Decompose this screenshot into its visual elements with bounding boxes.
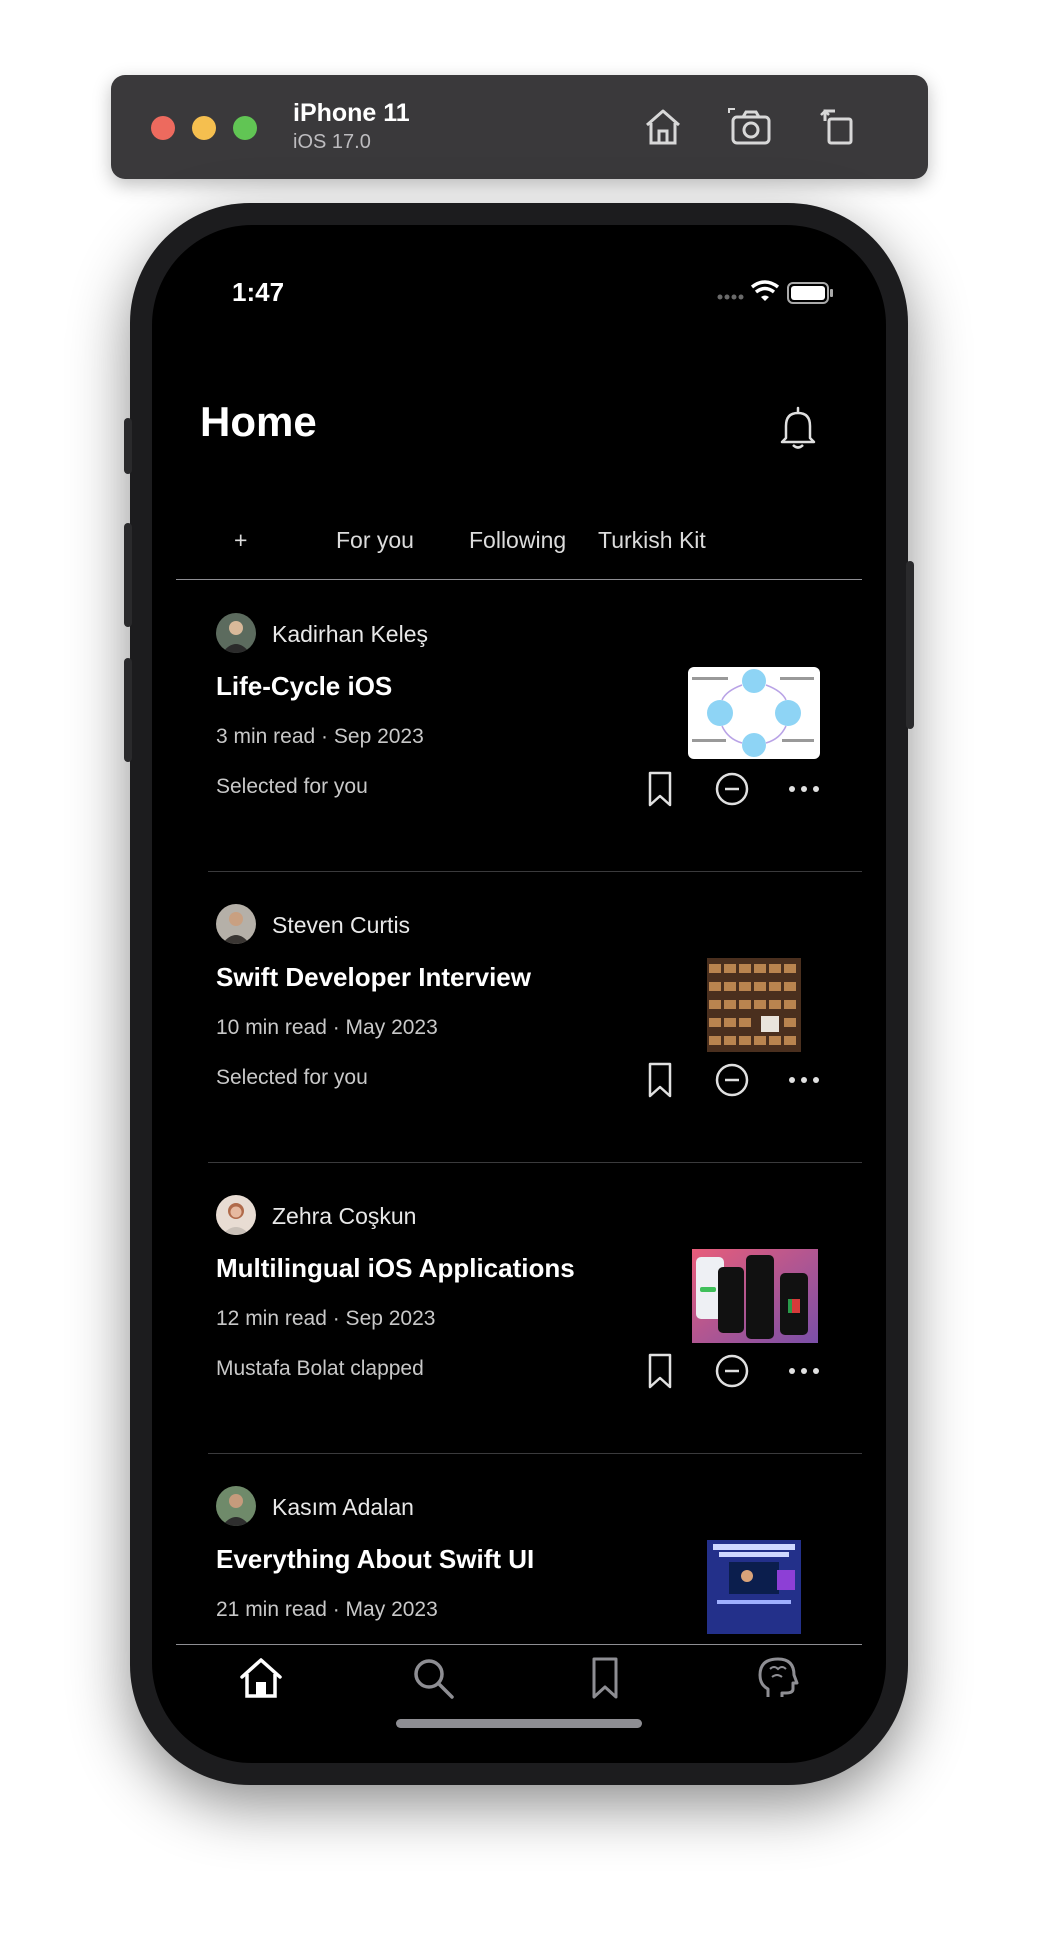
recommendation-reason: Mustafa Bolat clapped <box>216 1357 424 1380</box>
mute-switch <box>124 418 132 474</box>
article-meta: 10 min read · May 2023 <box>216 1016 438 1039</box>
tab-add[interactable]: + <box>234 527 247 554</box>
status-icons <box>717 280 833 304</box>
article-title[interactable]: Multilingual iOS Applications <box>216 1253 575 1284</box>
article-card[interactable]: Kasım Adalan Everything About Swift UI 2… <box>208 1454 862 1644</box>
bookmark-icon[interactable] <box>642 769 678 809</box>
zoom-window-button[interactable] <box>233 116 257 140</box>
author-name[interactable]: Kadirhan Keleş <box>272 621 428 648</box>
volume-down-button <box>124 658 132 762</box>
bookmark-icon[interactable] <box>642 1351 678 1391</box>
battery-icon <box>787 282 833 304</box>
avatar <box>216 904 256 944</box>
iphone-frame: 1:47 Home + For you Following Turkish Ki… <box>124 203 914 1785</box>
article-meta: 21 min read · May 2023 <box>216 1598 438 1621</box>
article-meta: 3 min read · Sep 2023 <box>216 725 424 748</box>
home-indicator[interactable] <box>396 1719 642 1728</box>
tab-following[interactable]: Following <box>469 527 566 554</box>
author-name[interactable]: Zehra Coşkun <box>272 1203 416 1230</box>
bookmarks-icon[interactable] <box>582 1655 628 1701</box>
article-card[interactable]: Kadirhan Keleş Life-Cycle iOS 3 min read… <box>208 581 862 872</box>
article-thumbnail[interactable] <box>707 1540 801 1634</box>
app-screen: 1:47 Home + For you Following Turkish Ki… <box>152 225 886 1763</box>
wifi-icon <box>750 280 780 301</box>
profile-brain-icon[interactable] <box>754 1655 800 1701</box>
minimize-window-button[interactable] <box>192 116 216 140</box>
more-icon[interactable] <box>786 1351 822 1391</box>
simulator-toolbar: iPhone 11 iOS 17.0 <box>111 75 928 179</box>
article-feed: Kadirhan Keleş Life-Cycle iOS 3 min read… <box>176 581 862 1644</box>
avatar <box>216 1486 256 1526</box>
page-title: Home <box>200 398 317 445</box>
article-card[interactable]: Steven Curtis Swift Developer Interview … <box>208 872 862 1163</box>
power-button <box>906 561 914 729</box>
device-name: iPhone 11 <box>293 99 410 127</box>
home-icon[interactable] <box>639 103 687 151</box>
article-title[interactable]: Swift Developer Interview <box>216 962 531 993</box>
home-icon[interactable] <box>238 1655 284 1701</box>
status-time: 1:47 <box>232 277 285 307</box>
avatar <box>216 1195 256 1235</box>
tab-turkish-kit[interactable]: Turkish Kit <box>598 527 706 554</box>
article-thumbnail[interactable] <box>692 1249 818 1343</box>
article-meta: 12 min read · Sep 2023 <box>216 1307 436 1330</box>
author-name[interactable]: Kasım Adalan <box>272 1494 414 1521</box>
screenshot-icon[interactable] <box>727 103 775 151</box>
os-version: iOS 17.0 <box>293 131 371 153</box>
more-icon[interactable] <box>786 769 822 809</box>
bell-icon[interactable] <box>776 404 820 452</box>
show-less-icon[interactable] <box>714 769 750 809</box>
avatar <box>216 613 256 653</box>
topic-tabs: + For you Following Turkish Kit <box>176 517 862 580</box>
article-thumbnail[interactable] <box>707 958 801 1052</box>
tab-for-you[interactable]: For you <box>336 527 414 554</box>
show-less-icon[interactable] <box>714 1060 750 1100</box>
close-window-button[interactable] <box>151 116 175 140</box>
article-card[interactable]: Zehra Coşkun Multilingual iOS Applicatio… <box>208 1163 862 1454</box>
volume-up-button <box>124 523 132 627</box>
article-title[interactable]: Life-Cycle iOS <box>216 671 392 702</box>
more-icon[interactable] <box>786 1060 822 1100</box>
show-less-icon[interactable] <box>714 1351 750 1391</box>
author-name[interactable]: Steven Curtis <box>272 912 410 939</box>
bottom-tab-bar <box>176 1644 862 1745</box>
bookmark-icon[interactable] <box>642 1060 678 1100</box>
recommendation-reason: Selected for you <box>216 1066 368 1089</box>
article-thumbnail[interactable] <box>688 667 820 759</box>
rotate-icon[interactable] <box>815 103 863 151</box>
cellular-icon <box>717 294 744 300</box>
article-title[interactable]: Everything About Swift UI <box>216 1544 534 1575</box>
search-icon[interactable] <box>410 1655 456 1701</box>
recommendation-reason: Selected for you <box>216 775 368 798</box>
